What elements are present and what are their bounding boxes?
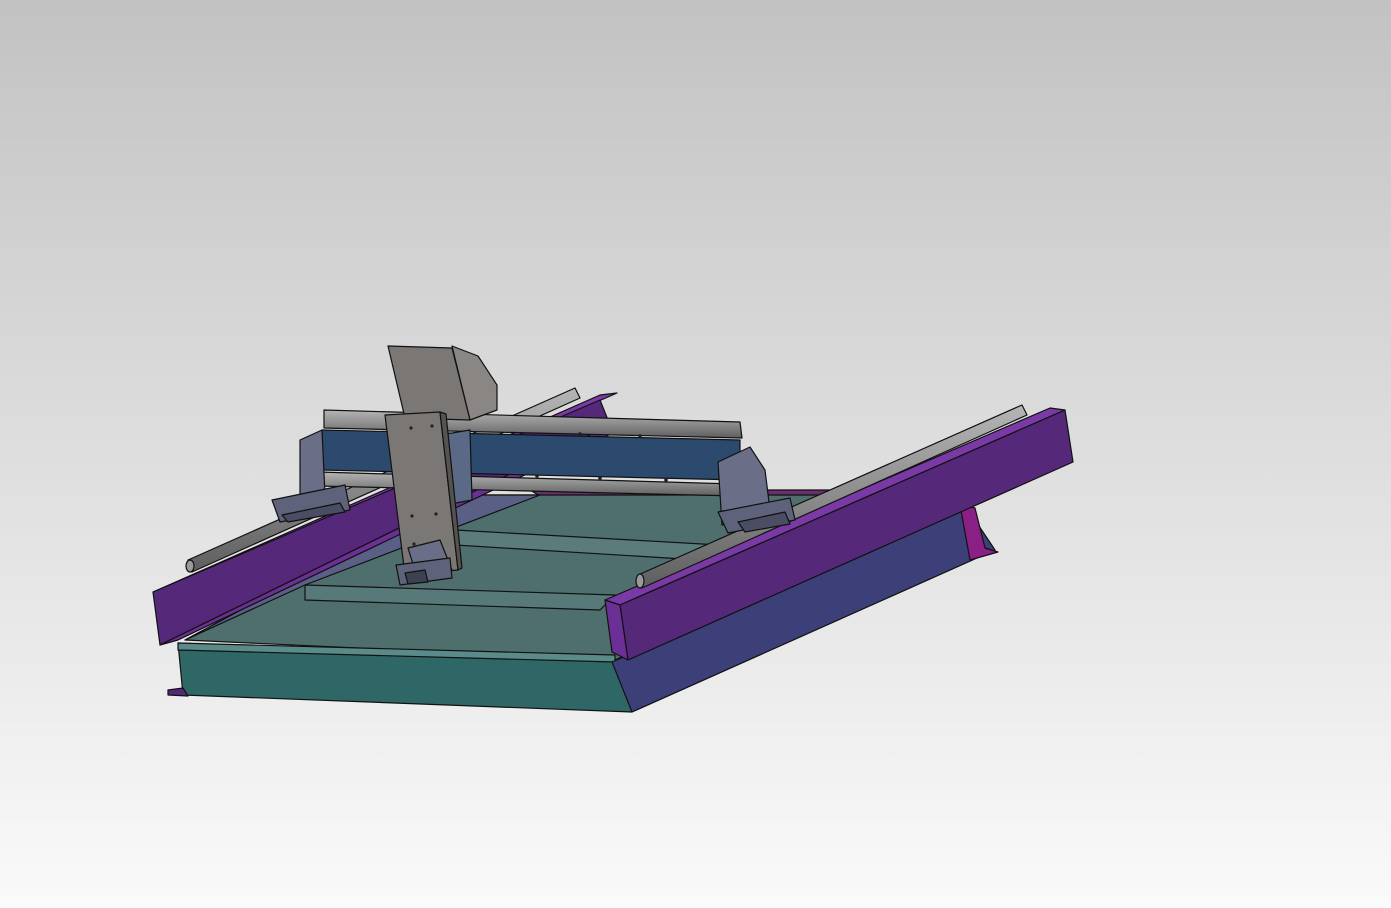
left-rail-end-cap (185, 559, 195, 573)
right-rail-end-cap (635, 573, 645, 589)
cad-model-canvas (0, 0, 1391, 908)
tool-head-nozzle (404, 569, 429, 585)
cad-viewport[interactable] (0, 0, 1391, 908)
